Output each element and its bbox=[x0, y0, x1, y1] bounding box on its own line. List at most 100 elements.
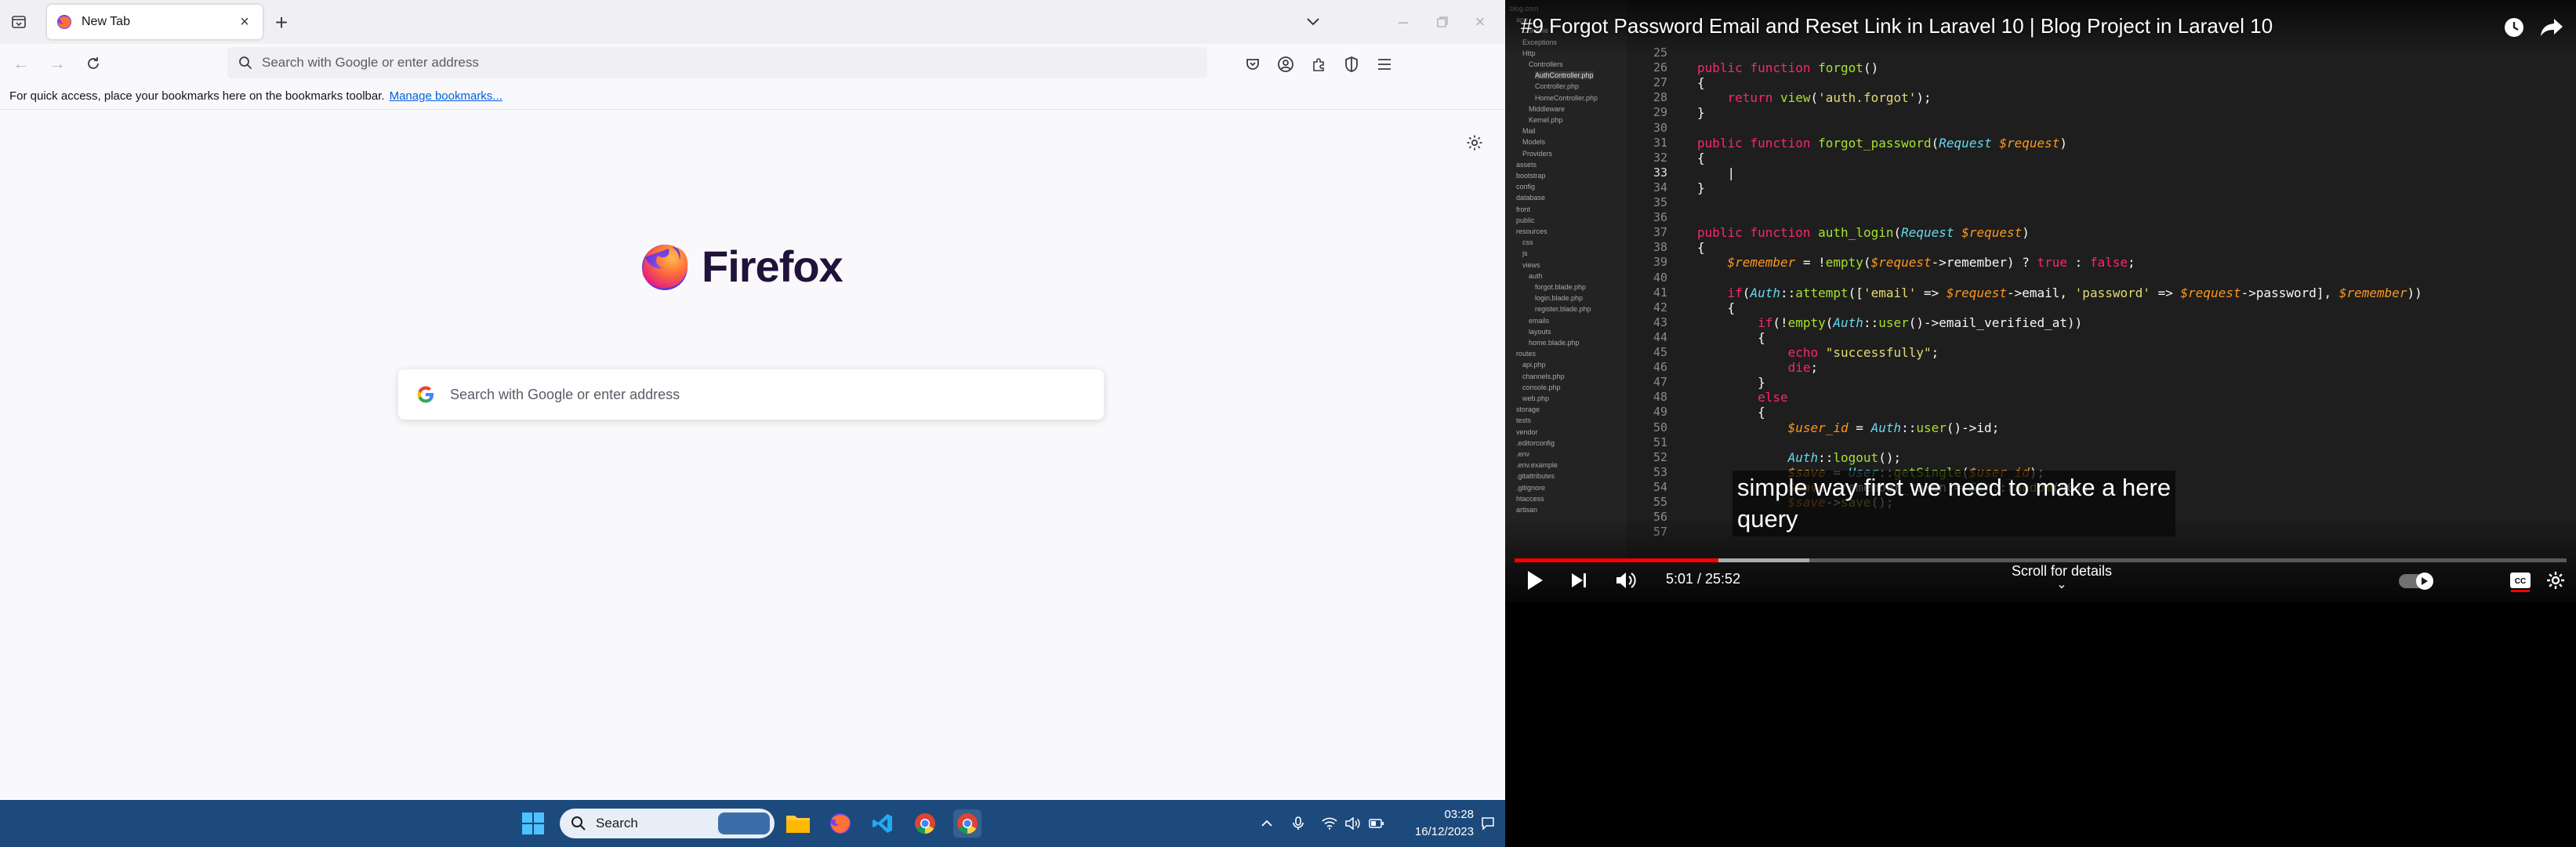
file-tree-item[interactable]: login.blade.php bbox=[1535, 294, 1583, 302]
file-tree-item[interactable]: .env.example bbox=[1516, 461, 1558, 469]
taskbar-search-label: Search bbox=[596, 816, 638, 831]
code-line: Auth::logout(); bbox=[1787, 449, 1902, 465]
file-tree-item[interactable]: layouts bbox=[1529, 328, 1551, 336]
video-player[interactable]: #9 Forgot Password Email and Reset Link … bbox=[1505, 0, 2576, 602]
next-icon[interactable] bbox=[1563, 565, 1595, 596]
play-icon[interactable] bbox=[1519, 565, 1551, 596]
reload-icon[interactable] bbox=[82, 52, 105, 75]
maximize-icon[interactable] bbox=[1427, 8, 1458, 36]
gear-icon[interactable] bbox=[1463, 131, 1486, 154]
chrome-profile-icon[interactable] bbox=[953, 809, 981, 838]
file-tree-item[interactable]: register.blade.php bbox=[1535, 305, 1591, 313]
taskbar-search[interactable]: Search bbox=[560, 809, 775, 838]
windows-start-icon[interactable] bbox=[519, 809, 547, 838]
file-tree-item[interactable]: js bbox=[1522, 249, 1528, 257]
line-number: 34 bbox=[1653, 180, 1667, 194]
autoplay-toggle[interactable] bbox=[2399, 573, 2433, 590]
firefox-taskbar-icon[interactable] bbox=[826, 809, 854, 838]
file-tree-item[interactable]: tests bbox=[1516, 416, 1531, 424]
file-tree-item[interactable]: web.php bbox=[1522, 394, 1549, 402]
file-tree-item[interactable]: front bbox=[1516, 205, 1530, 213]
file-tree-item[interactable]: css bbox=[1522, 238, 1533, 246]
file-tree-item[interactable]: emails bbox=[1529, 317, 1549, 325]
chevron-down-icon[interactable] bbox=[1301, 11, 1325, 33]
file-tree-item[interactable]: .gitattributes bbox=[1516, 472, 1555, 480]
file-tree-item[interactable]: Kernel.php bbox=[1529, 116, 1563, 124]
file-tree-item[interactable]: artisan bbox=[1516, 506, 1537, 514]
url-placeholder: Search with Google or enter address bbox=[262, 55, 479, 70]
file-tree-item[interactable]: Providers bbox=[1522, 150, 1552, 158]
firefox-logo-icon bbox=[642, 245, 688, 290]
vscode-icon[interactable] bbox=[869, 809, 897, 838]
extensions-icon[interactable] bbox=[1308, 53, 1330, 75]
file-tree-item[interactable]: Middleware bbox=[1529, 105, 1565, 113]
settings-gear-icon[interactable] bbox=[2540, 565, 2571, 596]
youtube-pane: #9 Forgot Password Email and Reset Link … bbox=[1505, 0, 2576, 847]
back-arrow-icon[interactable]: ← bbox=[9, 52, 33, 75]
file-tree-item[interactable]: storage bbox=[1516, 405, 1540, 413]
file-tree-item[interactable]: routes bbox=[1516, 350, 1536, 358]
file-tree-item[interactable]: config bbox=[1516, 183, 1535, 191]
new-tab-search-box[interactable]: Search with Google or enter address bbox=[398, 369, 1104, 420]
file-tree-item[interactable]: resources bbox=[1516, 227, 1547, 235]
minimize-icon[interactable]: – bbox=[1388, 8, 1419, 36]
wifi-icon[interactable] bbox=[1320, 814, 1339, 833]
close-icon[interactable]: × bbox=[236, 13, 253, 31]
file-tree-item[interactable]: .env bbox=[1516, 450, 1529, 458]
file-tree-item[interactable]: assets bbox=[1516, 161, 1537, 169]
scroll-hint-text: Scroll for details bbox=[2011, 563, 2113, 579]
file-tree-item[interactable]: views bbox=[1522, 261, 1540, 269]
file-tree-item[interactable]: forgot.blade.php bbox=[1535, 283, 1586, 291]
file-tree-item[interactable]: .gitignore bbox=[1516, 484, 1545, 492]
chevron-up-icon[interactable] bbox=[1257, 814, 1276, 833]
file-tree-item[interactable]: database bbox=[1516, 194, 1545, 202]
file-tree-item[interactable]: channels.php bbox=[1522, 373, 1565, 380]
volume-icon[interactable] bbox=[1344, 814, 1362, 833]
progress-bar[interactable] bbox=[1515, 558, 2567, 562]
code-line: { bbox=[1697, 75, 1705, 91]
tabs-menu-icon[interactable] bbox=[8, 11, 30, 33]
close-window-icon[interactable]: × bbox=[1464, 8, 1496, 36]
file-tree-item[interactable]: console.php bbox=[1522, 384, 1561, 391]
file-tree-item[interactable]: HomeController.php bbox=[1535, 94, 1598, 102]
file-tree-item[interactable]: .editorconfig bbox=[1516, 439, 1555, 447]
clock-icon[interactable] bbox=[2501, 14, 2527, 41]
plus-icon[interactable]: + bbox=[270, 11, 293, 35]
file-tree-item[interactable]: AuthController.php bbox=[1535, 71, 1594, 80]
volume-icon[interactable] bbox=[1610, 565, 1642, 596]
file-explorer-icon[interactable] bbox=[784, 809, 812, 838]
line-number: 39 bbox=[1653, 255, 1667, 270]
line-number: 44 bbox=[1653, 329, 1667, 344]
shield-icon[interactable] bbox=[1341, 53, 1362, 75]
file-tree-item[interactable]: Controller.php bbox=[1535, 82, 1579, 90]
line-number: 28 bbox=[1653, 90, 1667, 105]
scroll-for-details[interactable]: Scroll for details ⌄ bbox=[1944, 563, 2179, 591]
manage-bookmarks-link[interactable]: Manage bookmarks... bbox=[390, 89, 503, 103]
file-tree-item[interactable]: api.php bbox=[1522, 361, 1546, 369]
share-icon[interactable] bbox=[2538, 14, 2565, 41]
file-tree-item[interactable]: public bbox=[1516, 216, 1535, 224]
hamburger-menu-icon[interactable] bbox=[1373, 53, 1395, 75]
progress-played bbox=[1515, 558, 1719, 562]
microphone-icon[interactable] bbox=[1289, 814, 1308, 833]
taskbar-clock[interactable]: 03:28 16/12/2023 bbox=[1395, 806, 1474, 841]
tab-new-tab[interactable]: New Tab × bbox=[47, 5, 263, 39]
file-tree-item[interactable]: Controllers bbox=[1529, 60, 1563, 68]
chrome-icon[interactable] bbox=[911, 809, 939, 838]
pocket-icon[interactable] bbox=[1242, 53, 1264, 75]
forward-arrow-icon[interactable]: → bbox=[45, 52, 69, 75]
battery-icon[interactable] bbox=[1367, 814, 1386, 833]
file-tree-item[interactable]: auth bbox=[1529, 272, 1543, 280]
file-tree-item[interactable]: htaccess bbox=[1516, 495, 1544, 503]
account-icon[interactable] bbox=[1275, 53, 1297, 75]
video-title[interactable]: #9 Forgot Password Email and Reset Link … bbox=[1521, 14, 2273, 38]
line-number: 37 bbox=[1653, 225, 1667, 240]
file-tree-item[interactable]: Models bbox=[1522, 138, 1545, 146]
url-bar[interactable]: Search with Google or enter address bbox=[227, 47, 1207, 78]
file-tree-item[interactable]: Mail bbox=[1522, 127, 1536, 135]
file-tree-item[interactable]: bootstrap bbox=[1516, 172, 1546, 180]
notification-icon[interactable] bbox=[1478, 814, 1497, 833]
file-tree-item[interactable]: vendor bbox=[1516, 428, 1538, 436]
line-number: 36 bbox=[1653, 210, 1667, 225]
file-tree-item[interactable]: home.blade.php bbox=[1529, 339, 1580, 347]
